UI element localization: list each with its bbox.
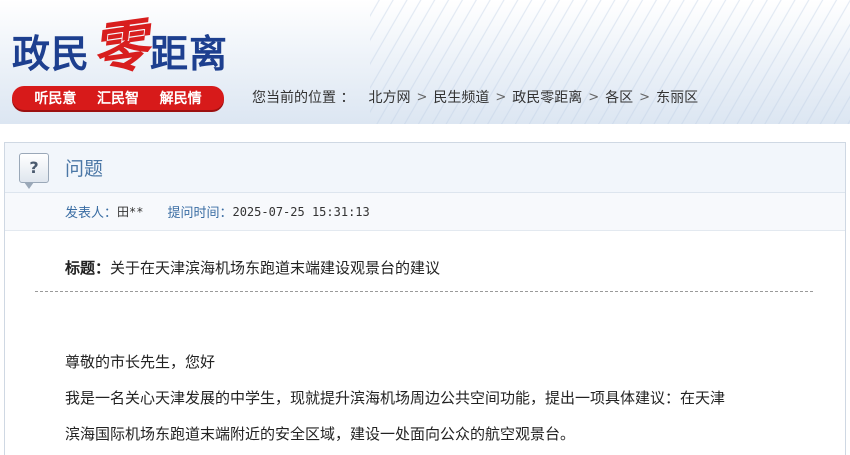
breadcrumb: 您当前的位置 ： 北方网 > 民生频道 > 政民零距离 > 各区 > 东丽区 xyxy=(252,86,698,108)
breadcrumb-separator: > xyxy=(416,89,428,105)
body-paragraph-2: 我是一名关心天津发展的中学生，现就提升滨海机场周边公共空间功能，提出一项具体建议… xyxy=(65,389,726,407)
question-panel: ? 问题 发表人： 田** 提问时间： 2025-07-25 15:31:13 … xyxy=(4,142,846,455)
logo-text-part2: 零 xyxy=(87,11,153,85)
slogan-3: 解民情 xyxy=(159,91,202,107)
breadcrumb-separator: > xyxy=(495,89,507,105)
slogan-bar: 听民意 汇民智 解民情 xyxy=(12,86,224,110)
slogan-1: 听民意 xyxy=(34,91,77,107)
logo-text-part1: 政民 xyxy=(12,31,91,76)
subject-label: 标题： xyxy=(65,259,111,277)
breadcrumb-item-beifang[interactable]: 北方网 xyxy=(368,87,410,107)
breadcrumb-item-zhengmin[interactable]: 政民零距离 xyxy=(512,87,582,107)
time-value: 2025-07-25 15:31:13 xyxy=(232,204,370,219)
breadcrumb-separator: > xyxy=(639,89,651,105)
author-value: 田** xyxy=(117,205,144,219)
panel-title: 问题 xyxy=(65,158,104,180)
breadcrumb-item-districts[interactable]: 各区 xyxy=(605,87,633,107)
question-body: 尊敬的市长先生，您好 我是一名关心天津发展的中学生，现就提升滨海机场周边公共空间… xyxy=(65,347,785,449)
subject-value: 关于在天津滨海机场东跑道末端建设观景台的建议 xyxy=(110,259,441,277)
breadcrumb-item-dongli[interactable]: 东丽区 xyxy=(656,87,698,107)
question-meta: 发表人： 田** 提问时间： 2025-07-25 15:31:13 xyxy=(5,193,845,231)
question-icon: ? xyxy=(19,152,49,189)
question-subject: 标题：关于在天津滨海机场东跑道末端建设观景台的建议 xyxy=(65,257,440,278)
divider xyxy=(35,291,813,292)
site-logo[interactable]: 政民 零 距离 xyxy=(12,11,229,85)
author-label: 发表人： xyxy=(65,206,118,221)
slogan-2: 汇民智 xyxy=(96,91,139,107)
breadcrumb-item-minsheng[interactable]: 民生频道 xyxy=(433,87,489,107)
time-label: 提问时间： xyxy=(167,206,233,221)
site-banner: 政民 零 距离 听民意 汇民智 解民情 您当前的位置 ： 北方网 > 民生频道 … xyxy=(0,0,850,124)
logo-text-part3: 距离 xyxy=(150,31,229,76)
body-paragraph-1: 尊敬的市长先生，您好 xyxy=(65,353,216,371)
breadcrumb-separator: > xyxy=(588,89,600,105)
body-paragraph-3: 滨海国际机场东跑道末端附近的安全区域，建设一处面向公众的航空观景台。 xyxy=(65,425,576,443)
panel-header: ? 问题 xyxy=(5,143,845,193)
breadcrumb-label: 您当前的位置 ： xyxy=(252,90,355,106)
